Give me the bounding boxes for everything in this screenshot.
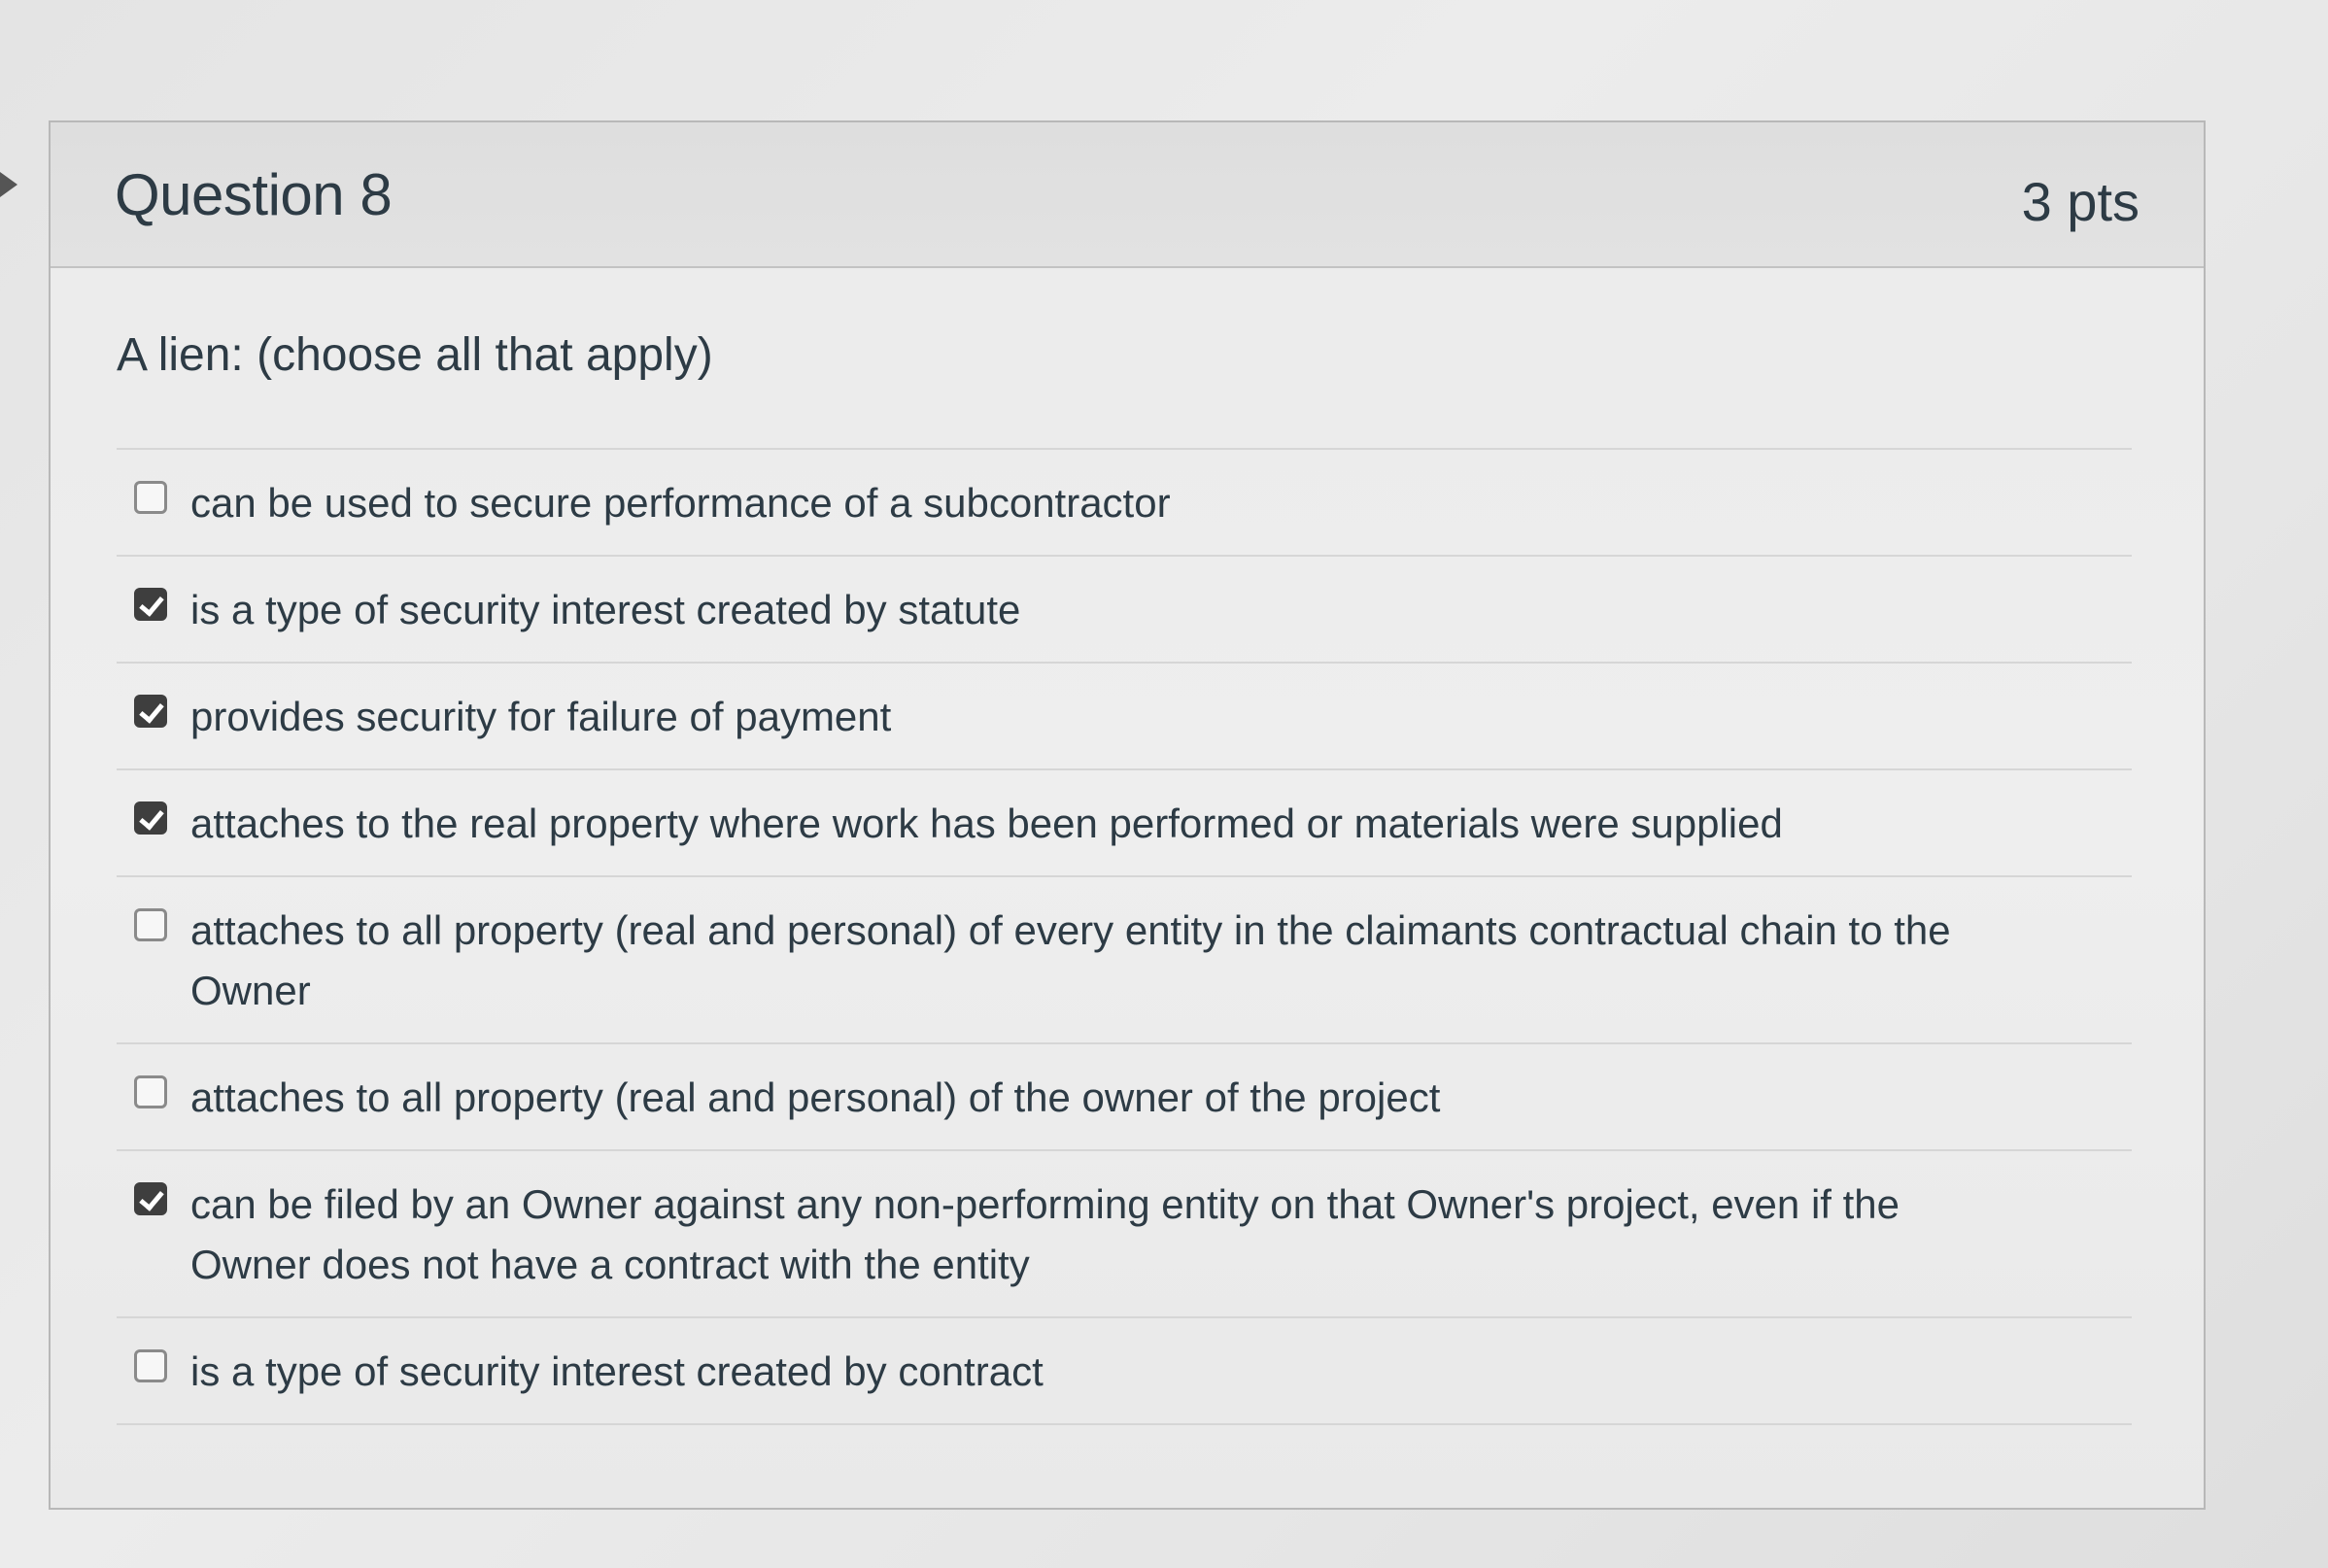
question-points: 3 pts bbox=[2021, 170, 2140, 232]
checkbox-checked[interactable] bbox=[134, 695, 167, 728]
question-card: Question 8 3 pts A lien: (choose all tha… bbox=[49, 120, 2206, 1510]
answer-option[interactable]: provides security for failure of payment bbox=[117, 664, 2132, 770]
checkbox-unchecked[interactable] bbox=[134, 1075, 167, 1108]
answer-label: attaches to all property (real and perso… bbox=[190, 1074, 1441, 1120]
checkbox-unchecked[interactable] bbox=[134, 908, 167, 941]
question-prompt: A lien: (choose all that apply) bbox=[117, 329, 713, 381]
answer-option[interactable]: attaches to all property (real and perso… bbox=[117, 877, 2132, 1044]
checkbox-unchecked[interactable] bbox=[134, 1349, 167, 1382]
answer-label: attaches to the real property where work… bbox=[190, 801, 1783, 846]
answer-label: is a type of security interest created b… bbox=[190, 587, 1021, 632]
question-header: Question 8 3 pts bbox=[51, 122, 2204, 268]
answer-label: can be filed by an Owner against any non… bbox=[190, 1181, 1900, 1287]
question-pointer-icon bbox=[0, 159, 17, 210]
answer-option[interactable]: attaches to all property (real and perso… bbox=[117, 1044, 2132, 1151]
checkbox-checked[interactable] bbox=[134, 588, 167, 621]
answer-label: provides security for failure of payment bbox=[190, 694, 892, 739]
answer-option[interactable]: is a type of security interest created b… bbox=[117, 1318, 2132, 1425]
answer-label: attaches to all property (real and perso… bbox=[190, 907, 1951, 1013]
answer-label: is a type of security interest created b… bbox=[190, 1348, 1044, 1394]
answer-option[interactable]: attaches to the real property where work… bbox=[117, 770, 2132, 877]
answer-label: can be used to secure performance of a s… bbox=[190, 480, 1171, 526]
checkbox-unchecked[interactable] bbox=[134, 481, 167, 514]
answer-option[interactable]: is a type of security interest created b… bbox=[117, 557, 2132, 664]
question-body: A lien: (choose all that apply) can be u… bbox=[51, 268, 2204, 1425]
answer-option[interactable]: can be filed by an Owner against any non… bbox=[117, 1151, 2132, 1318]
checkbox-checked[interactable] bbox=[134, 1182, 167, 1215]
answer-option[interactable]: can be used to secure performance of a s… bbox=[117, 450, 2132, 557]
answer-list: can be used to secure performance of a s… bbox=[117, 448, 2132, 1425]
question-title: Question 8 bbox=[115, 161, 393, 227]
checkbox-checked[interactable] bbox=[134, 801, 167, 835]
